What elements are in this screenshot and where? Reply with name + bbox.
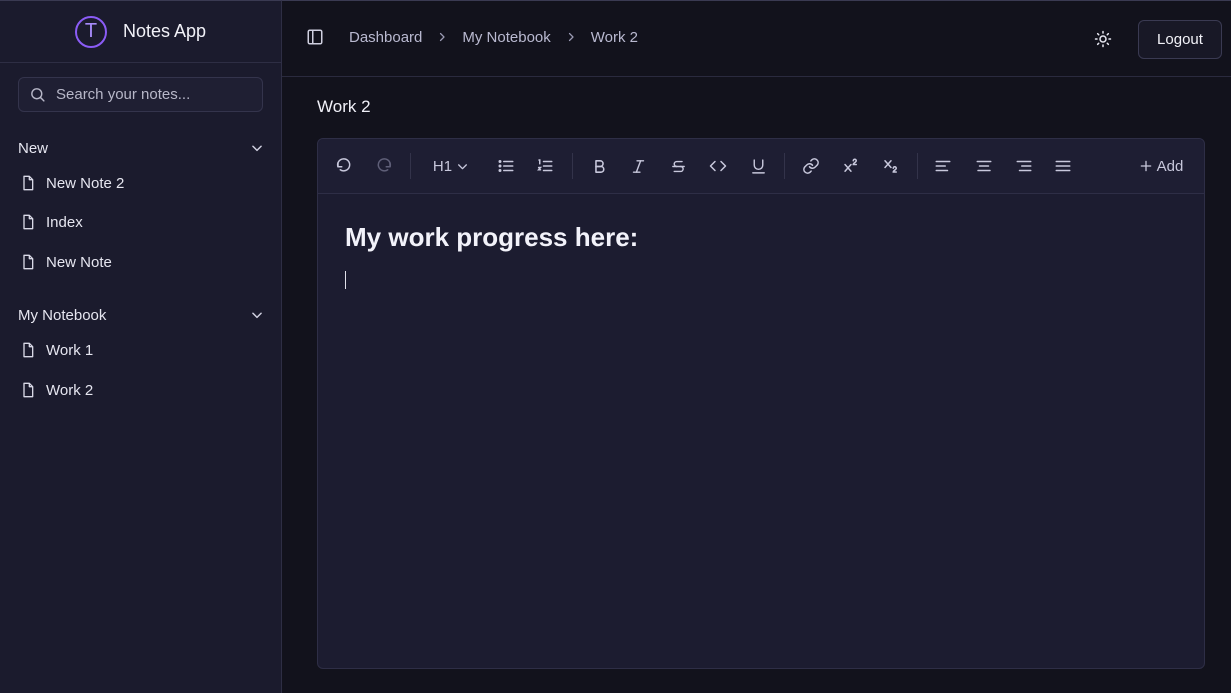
sidebar-item-work-1[interactable]: Work 1 (18, 334, 264, 366)
note-heading[interactable]: My work progress here: (345, 222, 1177, 253)
breadcrumb-item-dashboard[interactable]: Dashboard (349, 29, 422, 46)
brand: T Notes App (0, 1, 281, 63)
strikethrough-button[interactable] (668, 155, 688, 177)
sidebar-item-label: New Note 2 (46, 174, 125, 192)
align-justify-icon (1055, 160, 1071, 172)
logout-button[interactable]: Logout (1138, 20, 1222, 59)
breadcrumb-item-my-notebook[interactable]: My Notebook (462, 29, 550, 46)
app-logo: T (74, 15, 107, 48)
sidebar: T Notes App New New Note 2 Index New Not… (0, 0, 282, 693)
toolbar-divider (917, 153, 918, 179)
italic-button[interactable] (628, 155, 648, 177)
redo-icon (377, 158, 392, 172)
topbar: Dashboard My Notebook Work 2 Logout (282, 0, 1231, 77)
italic-icon (632, 159, 644, 173)
group-label: New (18, 139, 49, 157)
link-button[interactable] (801, 155, 821, 177)
code-icon (709, 160, 727, 172)
toolbar-divider (410, 153, 411, 179)
breadcrumb: Dashboard My Notebook Work 2 (306, 28, 638, 46)
align-right-icon (1016, 160, 1032, 172)
redo-button[interactable] (374, 155, 394, 177)
align-center-button[interactable] (974, 155, 994, 177)
subscript-icon (884, 160, 898, 173)
sidebar-item-label: Work 1 (46, 341, 94, 359)
sidebar-item-label: New Note (46, 253, 112, 271)
chevron-down-icon (252, 145, 262, 152)
file-icon (23, 254, 34, 270)
bullet-list-icon (498, 160, 514, 172)
file-icon (23, 214, 34, 230)
add-label: Add (1156, 157, 1184, 175)
sidebar-item-label: Work 2 (46, 381, 94, 399)
sidebar-item-new-note[interactable]: New Note (18, 246, 264, 278)
chevron-right-icon (436, 31, 448, 43)
ordered-list-button[interactable] (535, 155, 555, 177)
editor-toolbar: H1 Add (318, 139, 1204, 194)
file-icon (23, 382, 34, 398)
search-icon (31, 88, 45, 102)
group-label: My Notebook (18, 306, 107, 324)
align-center-icon (976, 160, 992, 172)
file-icon (23, 342, 34, 358)
theme-toggle-button[interactable] (1092, 28, 1114, 50)
heading-dropdown[interactable]: H1 (430, 155, 472, 177)
heading-level: H1 (432, 157, 453, 175)
subscript-button[interactable] (880, 155, 902, 177)
chevron-right-icon (565, 31, 577, 43)
plus-icon (1140, 160, 1151, 172)
app-name: Notes App (122, 21, 207, 41)
sun-icon (1094, 30, 1112, 48)
code-button[interactable] (708, 155, 728, 177)
link-icon (803, 158, 819, 174)
bullet-list-button[interactable] (496, 155, 516, 177)
group-new-header[interactable]: New (18, 136, 264, 160)
underline-icon (751, 158, 765, 174)
superscript-button[interactable] (840, 155, 862, 177)
editor: H1 Add My work progress here: (317, 138, 1205, 669)
sidebar-toggle-icon[interactable] (306, 28, 324, 46)
breadcrumb-item-current: Work 2 (590, 28, 638, 46)
undo-icon (336, 158, 351, 172)
page-title: Work 2 (317, 97, 371, 116)
underline-button[interactable] (748, 155, 768, 177)
sidebar-item-new-note-2[interactable]: New Note 2 (18, 167, 264, 199)
align-left-icon (935, 160, 951, 172)
strikethrough-icon (671, 160, 685, 172)
sidebar-item-work-2[interactable]: Work 2 (18, 374, 264, 406)
ordered-list-icon (537, 159, 553, 172)
toolbar-divider (572, 153, 573, 179)
search-input[interactable] (56, 86, 246, 103)
chevron-down-icon (458, 163, 468, 169)
chevron-down-icon (252, 312, 262, 319)
undo-button[interactable] (334, 155, 354, 177)
sidebar-item-label: Index (46, 213, 83, 231)
search-box[interactable] (18, 77, 263, 112)
align-right-button[interactable] (1014, 155, 1034, 177)
editor-content[interactable]: My work progress here: (318, 194, 1204, 317)
align-left-button[interactable] (933, 155, 953, 177)
superscript-icon (844, 158, 858, 172)
add-button[interactable]: Add (1136, 155, 1186, 177)
toolbar-divider (784, 153, 785, 179)
group-my-notebook-header[interactable]: My Notebook (18, 303, 264, 327)
file-icon (23, 175, 34, 191)
text-cursor (345, 271, 351, 289)
bold-button[interactable] (589, 155, 609, 177)
bold-icon (594, 159, 604, 173)
sidebar-item-index[interactable]: Index (18, 206, 264, 238)
align-justify-button[interactable] (1053, 155, 1073, 177)
